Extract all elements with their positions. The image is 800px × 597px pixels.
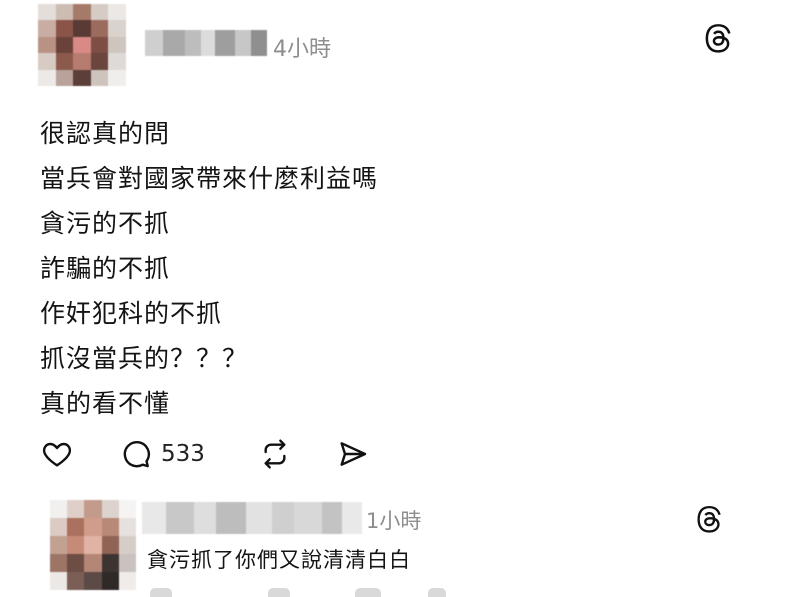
cutoff-icon-fragment [428,588,446,597]
comment-button[interactable]: 533 [119,438,205,470]
repost-button[interactable] [257,438,293,470]
cutoff-icon-fragment [268,588,290,597]
post-text-line: 貪污的不抓 [40,209,171,238]
post-text-line: 當兵會對國家帶來什麼利益嗎 [40,164,379,193]
threads-logo-icon[interactable] [703,23,733,53]
threads-logo-icon[interactable] [695,505,723,533]
cutoff-icon-fragment [150,588,172,597]
username-redacted[interactable] [142,502,362,534]
heart-icon [42,442,72,467]
reply-timestamp: 1小時 [366,509,422,533]
avatar[interactable] [38,4,126,86]
comment-icon [123,441,151,468]
post-text-line: 詐騙的不抓 [40,254,171,283]
avatar[interactable] [50,500,136,590]
post-text-line: 抓沒當兵的？？？ [40,344,249,373]
username-redacted[interactable] [145,30,267,56]
comment-count: 533 [161,441,205,467]
post-timestamp: 4小時 [273,37,331,62]
post-text-line: 真的看不懂 [40,389,171,418]
post-text-line: 作奸犯科的不抓 [40,299,223,328]
share-icon [340,442,367,466]
repost-icon [264,439,286,469]
cutoff-icon-fragment [355,588,381,597]
post-text-line: 很認真的問 [40,119,171,148]
share-button[interactable] [336,438,370,470]
reply-text: 貪污抓了你們又說清清白白 [147,548,411,572]
like-button[interactable] [40,438,74,470]
